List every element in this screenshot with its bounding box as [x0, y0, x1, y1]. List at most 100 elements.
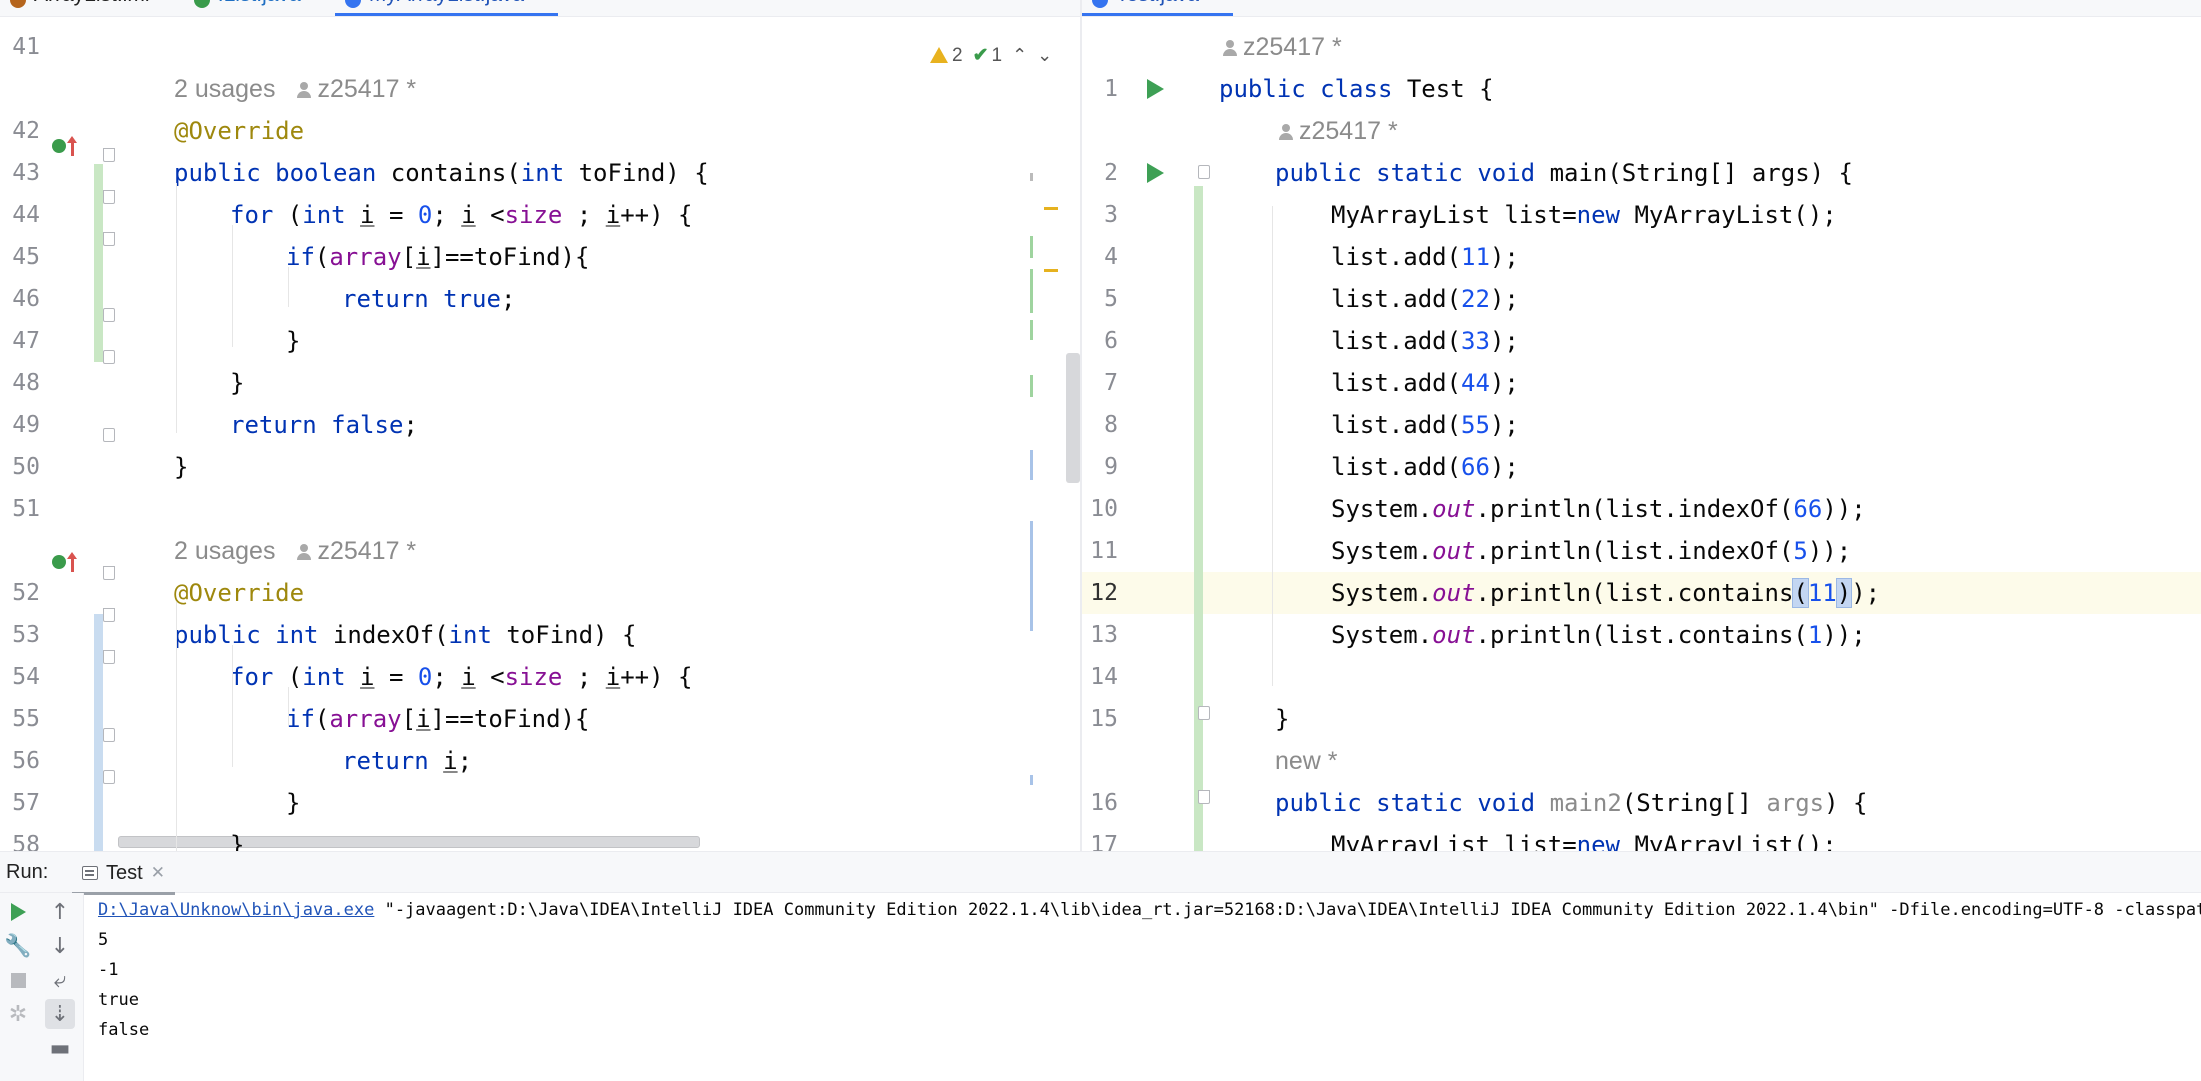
- print-icon[interactable]: ▬: [45, 1033, 75, 1063]
- line-number[interactable]: 56: [0, 740, 40, 782]
- line-number[interactable]: 1: [1082, 68, 1118, 110]
- code-vision-hint[interactable]: 2 usages z25417 *: [0, 68, 1080, 110]
- code-text[interactable]: for (int i = 0; i <size ; i++) {: [230, 656, 692, 698]
- java-exe-link[interactable]: D:\Java\Unknow\bin\java.exe: [98, 900, 374, 920]
- line-number[interactable]: 14: [1082, 656, 1118, 698]
- code-line[interactable]: 15}: [1082, 698, 2201, 740]
- code-line[interactable]: 56 return i;: [0, 740, 1080, 782]
- fold-marker-icon[interactable]: [103, 350, 115, 364]
- scroll-to-end-icon[interactable]: ⇣: [45, 999, 75, 1029]
- line-number[interactable]: 3: [1082, 194, 1118, 236]
- code-line[interactable]: 7 list.add(44);: [1082, 362, 2201, 404]
- author-hint[interactable]: z25417 *: [1299, 117, 1398, 145]
- author-hint[interactable]: z25417 *: [1243, 33, 1342, 61]
- code-line[interactable]: 6 list.add(33);: [1082, 320, 2201, 362]
- code-line[interactable]: 1 public class Test {: [1082, 68, 2201, 110]
- code-text[interactable]: }: [230, 362, 244, 404]
- rerun-button[interactable]: [3, 897, 33, 927]
- code-line[interactable]: 45 if(array[i]==toFind){: [0, 236, 1080, 278]
- code-text[interactable]: }: [174, 446, 188, 488]
- line-number[interactable]: 15: [1082, 698, 1118, 740]
- code-text[interactable]: list.add(55);: [1331, 404, 1519, 446]
- fold-marker-icon[interactable]: [103, 428, 115, 442]
- code-text[interactable]: MyArrayList list=new MyArrayList();: [1331, 194, 1837, 236]
- code-text[interactable]: MyArrayList list=new MyArrayList();: [1331, 824, 1837, 851]
- code-text[interactable]: System.out.println(list.contains(11));: [1331, 572, 1880, 614]
- exit-icon[interactable]: ✲: [3, 999, 33, 1029]
- code-line[interactable]: 3 MyArrayList list=new MyArrayList();: [1082, 194, 2201, 236]
- run-tab-test[interactable]: Test ✕: [72, 852, 175, 895]
- code-line[interactable]: 51: [0, 488, 1080, 530]
- code-vision-hint[interactable]: new *: [1082, 740, 2201, 782]
- line-number[interactable]: 17: [1082, 824, 1118, 851]
- tab-myarraylist-java[interactable]: MyArrayList.java✕: [334, 0, 559, 16]
- line-number[interactable]: 54: [0, 656, 40, 698]
- close-icon[interactable]: ✕: [151, 863, 165, 883]
- console-output[interactable]: D:\Java\Unknow\bin\java.exe "-javaagent:…: [98, 893, 2201, 1081]
- line-number[interactable]: 6: [1082, 320, 1118, 362]
- changed-lines-marker[interactable]: [94, 614, 103, 851]
- code-line[interactable]: 16 public static void main2(String[] args…: [1082, 782, 2201, 824]
- line-number[interactable]: 8: [1082, 404, 1118, 446]
- fold-marker-icon[interactable]: [103, 308, 115, 322]
- author-hint[interactable]: z25417 *: [317, 75, 416, 103]
- line-number[interactable]: 51: [0, 488, 40, 530]
- line-number[interactable]: 44: [0, 194, 40, 236]
- fold-marker-icon[interactable]: [103, 650, 115, 664]
- code-line[interactable]: 4 list.add(11);: [1082, 236, 2201, 278]
- line-number[interactable]: 5: [1082, 278, 1118, 320]
- code-text[interactable]: System.out.println(list.indexOf(66));: [1331, 488, 1866, 530]
- code-line[interactable]: 41: [0, 26, 1080, 68]
- fold-marker-icon[interactable]: [103, 566, 115, 580]
- code-line[interactable]: 46 return true;: [0, 278, 1080, 320]
- author-hint[interactable]: z25417 *: [317, 537, 416, 565]
- fold-marker-icon[interactable]: [103, 190, 115, 204]
- code-text[interactable]: public int indexOf(int toFind) {: [174, 614, 636, 656]
- code-line[interactable]: 8 list.add(55);: [1082, 404, 2201, 446]
- code-vision-hint[interactable]: 2 usages z25417 *: [0, 530, 1080, 572]
- line-number[interactable]: 9: [1082, 446, 1118, 488]
- line-number[interactable]: 58: [0, 824, 40, 851]
- code-text[interactable]: public static void main2(String[] args) …: [1275, 782, 1867, 824]
- line-number[interactable]: 52: [0, 572, 40, 614]
- code-text[interactable]: System.out.println(list.contains(1));: [1331, 614, 1866, 656]
- line-number[interactable]: 53: [0, 614, 40, 656]
- fold-marker-icon[interactable]: [103, 728, 115, 742]
- line-number[interactable]: 4: [1082, 236, 1118, 278]
- tab-test-java[interactable]: Test.java✕: [1082, 0, 1234, 16]
- code-line[interactable]: 13 System.out.println(list.contains(1));: [1082, 614, 2201, 656]
- code-line[interactable]: 49 return false;: [0, 404, 1080, 446]
- editor-myarraylist[interactable]: 2 ✔ 1 ⌃ ⌄ 41 2 usages z25417 * 42 @Override 43…: [0, 18, 1080, 851]
- line-number[interactable]: 55: [0, 698, 40, 740]
- code-text[interactable]: public boolean contains(int toFind) {: [174, 152, 709, 194]
- fold-marker-icon[interactable]: [1198, 706, 1210, 720]
- code-line[interactable]: 54 for (int i = 0; i <size ; i++) {: [0, 656, 1080, 698]
- code-text[interactable]: public static void main(String[] args) {: [1275, 152, 1853, 194]
- fold-marker-icon[interactable]: [103, 148, 115, 162]
- code-text[interactable]: list.add(33);: [1331, 320, 1519, 362]
- override-arrow-icon[interactable]: [67, 552, 77, 572]
- code-line[interactable]: 58}: [0, 824, 1080, 851]
- line-number[interactable]: 43: [0, 152, 40, 194]
- line-number[interactable]: 41: [0, 26, 40, 68]
- implements-icon[interactable]: [52, 555, 66, 569]
- code-text[interactable]: list.add(44);: [1331, 362, 1519, 404]
- code-text[interactable]: @Override: [174, 110, 304, 152]
- line-number[interactable]: 16: [1082, 782, 1118, 824]
- code-text[interactable]: }: [1275, 698, 1289, 740]
- code-text[interactable]: list.add(66);: [1331, 446, 1519, 488]
- code-text[interactable]: list.add(11);: [1331, 236, 1519, 278]
- code-vision-hint[interactable]: z25417 *: [1082, 26, 2201, 68]
- line-number[interactable]: 2: [1082, 152, 1118, 194]
- code-text[interactable]: }: [286, 320, 300, 362]
- run-gutter-icon[interactable]: [1147, 163, 1164, 183]
- code-line[interactable]: 14: [1082, 656, 2201, 698]
- line-number[interactable]: 50: [0, 446, 40, 488]
- code-line[interactable]: 52 @Override: [0, 572, 1080, 614]
- usages-hint[interactable]: 2 usages: [174, 75, 275, 103]
- code-line[interactable]: 47}: [0, 320, 1080, 362]
- run-gutter-icon[interactable]: [1147, 79, 1164, 99]
- line-number[interactable]: 47: [0, 320, 40, 362]
- code-vision-hint[interactable]: z25417 *: [1082, 110, 2201, 152]
- code-text[interactable]: list.add(22);: [1331, 278, 1519, 320]
